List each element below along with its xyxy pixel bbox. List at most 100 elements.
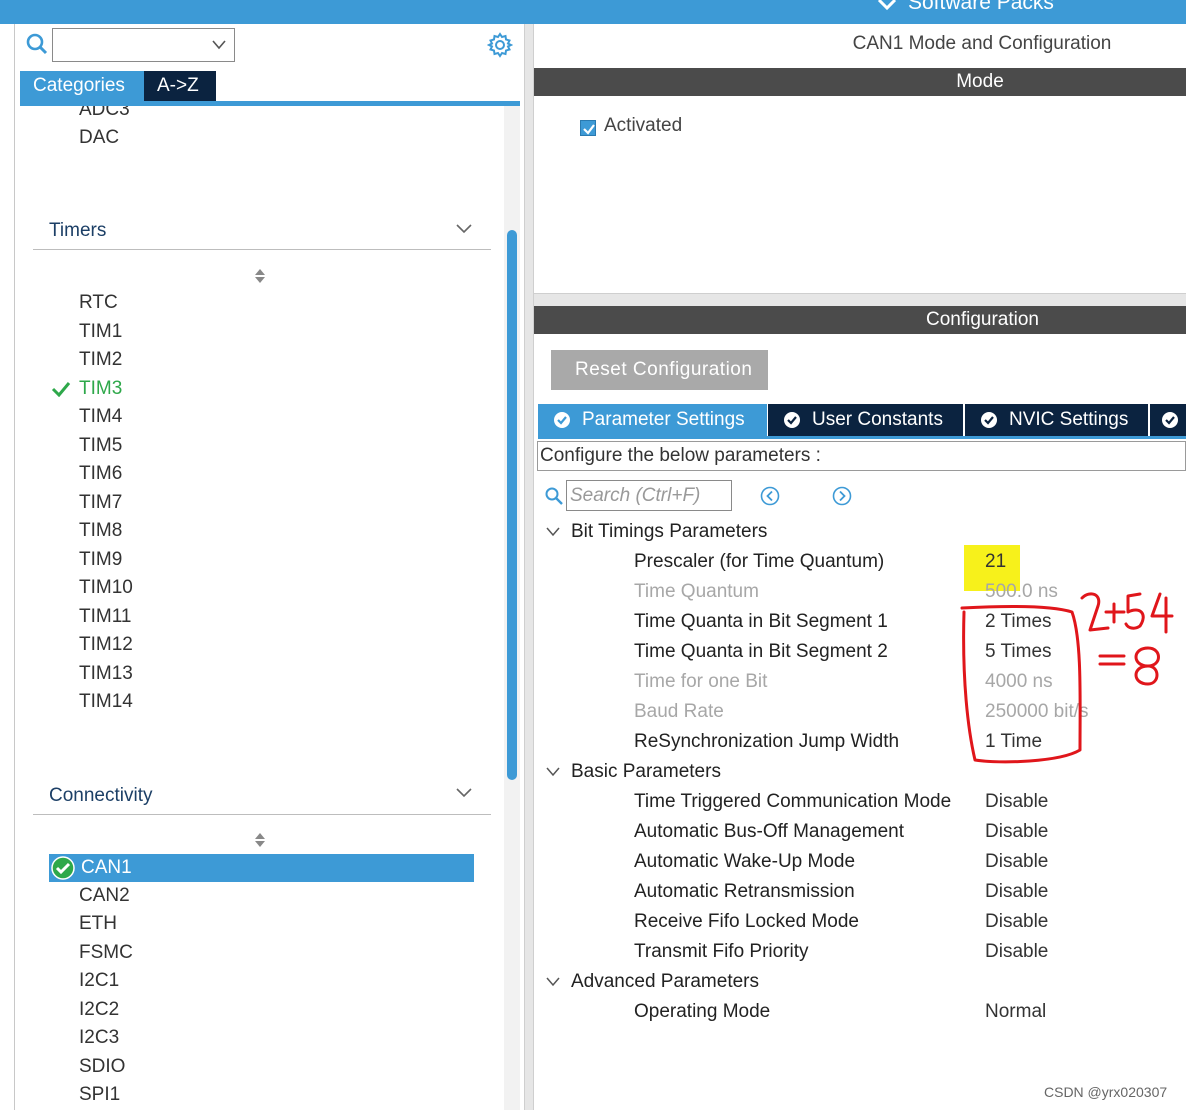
- tab-label: Parameter Settings: [582, 409, 745, 430]
- list-item-sdio[interactable]: SDIO: [79, 1055, 125, 1079]
- previous-arrow-icon[interactable]: [760, 486, 780, 506]
- chevron-down-icon[interactable]: [546, 527, 560, 537]
- tab-user-constants[interactable]: User Constants: [768, 404, 963, 436]
- chevron-down-icon[interactable]: [546, 977, 560, 987]
- tab-categories[interactable]: Categories: [20, 71, 144, 101]
- group-header-connectivity[interactable]: Connectivity: [49, 784, 153, 808]
- chevron-down-icon[interactable]: [876, 0, 898, 15]
- list-item-dac[interactable]: DAC: [79, 126, 119, 150]
- param-value: 250000 bit/s: [985, 701, 1089, 722]
- param-value[interactable]: 5 Times: [985, 640, 1052, 664]
- watermark: CSDN @yrx020307: [1044, 1084, 1168, 1100]
- list-item-tim6[interactable]: TIM6: [79, 462, 122, 486]
- sort-icon[interactable]: [254, 268, 266, 284]
- configuration-header: Configuration: [534, 306, 1186, 334]
- list-item-tim7[interactable]: TIM7: [79, 491, 122, 515]
- configure-hint: Configure the below parameters :: [537, 441, 1186, 471]
- param-name: Operating Mode: [634, 1001, 771, 1022]
- param-value[interactable]: Disable: [985, 820, 1048, 844]
- param-value[interactable]: 2 Times: [985, 610, 1052, 634]
- chevron-down-icon[interactable]: [456, 788, 472, 798]
- param-value: 500.0 ns: [985, 581, 1058, 602]
- list-item-tim14[interactable]: TIM14: [79, 690, 133, 714]
- scrollbar-thumb[interactable]: [507, 230, 517, 780]
- tab-a-to-z[interactable]: A->Z: [144, 71, 216, 101]
- pane-splitter[interactable]: [524, 24, 534, 1110]
- list-item-tim8[interactable]: TIM8: [79, 519, 122, 543]
- tab-more[interactable]: [1150, 404, 1186, 436]
- list-item-i2c2[interactable]: I2C2: [79, 998, 119, 1022]
- tab-parameter-settings[interactable]: Parameter Settings: [538, 404, 767, 436]
- list-item-tim10[interactable]: TIM10: [79, 576, 133, 600]
- section-advanced-parameters[interactable]: Advanced Parameters: [571, 970, 759, 994]
- list-item-tim4[interactable]: TIM4: [79, 405, 122, 429]
- param-value[interactable]: Disable: [985, 790, 1048, 814]
- mode-panel: [534, 24, 1186, 302]
- page-title: CAN1 Mode and Configuration: [852, 33, 1112, 54]
- list-item-tim12[interactable]: TIM12: [79, 633, 133, 657]
- check-circle-icon: [554, 412, 570, 428]
- group-divider: [33, 249, 491, 250]
- param-name: Prescaler (for Time Quantum): [634, 551, 885, 572]
- list-item-tim2[interactable]: TIM2: [79, 348, 122, 372]
- tab-underline: [538, 436, 1186, 439]
- check-circle-icon: [51, 856, 75, 880]
- list-item-tim9[interactable]: TIM9: [79, 548, 122, 572]
- param-name: Automatic Bus-Off Management: [634, 821, 904, 842]
- param-name: ReSynchronization Jump Width: [634, 731, 900, 752]
- list-item-adc3[interactable]: ADC3: [79, 106, 130, 122]
- check-circle-icon: [1162, 412, 1178, 428]
- list-item-rtc[interactable]: RTC: [79, 291, 118, 315]
- next-arrow-icon[interactable]: [832, 486, 852, 506]
- param-value[interactable]: Normal: [985, 1000, 1046, 1024]
- activated-checkbox[interactable]: [580, 120, 596, 136]
- group-header-timers[interactable]: Timers: [49, 219, 106, 243]
- mode-header: Mode: [534, 68, 1186, 96]
- chevron-down-icon[interactable]: [456, 224, 472, 234]
- section-bit-timings[interactable]: Bit Timings Parameters: [571, 520, 767, 544]
- list-item-tim3[interactable]: TIM3: [79, 377, 122, 401]
- gear-icon[interactable]: [487, 32, 513, 58]
- tab-nvic-settings[interactable]: NVIC Settings: [965, 404, 1148, 436]
- param-value[interactable]: 1 Time: [985, 730, 1042, 754]
- param-value[interactable]: 21: [985, 550, 1006, 574]
- checkmark-icon: [51, 382, 71, 397]
- list-item-can2[interactable]: CAN2: [79, 884, 130, 908]
- param-value[interactable]: Disable: [985, 910, 1048, 934]
- chevron-down-icon: [212, 40, 226, 50]
- list-item-tim1[interactable]: TIM1: [79, 320, 122, 344]
- software-packs-menu[interactable]: Software Packs: [908, 0, 1054, 13]
- top-bar: Software Packs: [0, 0, 1186, 24]
- list-item-i2c3[interactable]: I2C3: [79, 1026, 119, 1050]
- list-item-tim11[interactable]: TIM11: [79, 605, 131, 629]
- section-basic-parameters[interactable]: Basic Parameters: [571, 760, 721, 784]
- list-item-can1[interactable]: CAN1: [81, 856, 132, 880]
- search-icon[interactable]: [26, 33, 48, 55]
- parameter-search-input[interactable]: Search (Ctrl+F): [566, 480, 732, 511]
- list-item-tim13[interactable]: TIM13: [79, 662, 133, 686]
- reset-configuration-button[interactable]: Reset Configuration: [551, 350, 768, 390]
- param-value[interactable]: Disable: [985, 940, 1048, 964]
- param-name: Time Triggered Communication Mode: [634, 791, 952, 812]
- search-combobox[interactable]: [52, 28, 235, 62]
- left-pane-border: [14, 24, 15, 1110]
- list-item-eth[interactable]: ETH: [79, 912, 117, 936]
- list-item-fsmc[interactable]: FSMC: [79, 941, 133, 965]
- tab-label: NVIC Settings: [1009, 409, 1129, 430]
- sort-icon[interactable]: [254, 832, 266, 848]
- list-item-i2c1[interactable]: I2C1: [79, 969, 119, 993]
- list-item-spi1[interactable]: SPI1: [79, 1083, 120, 1107]
- param-name: Time Quantum: [634, 581, 759, 602]
- chevron-down-icon[interactable]: [546, 767, 560, 777]
- param-value[interactable]: Disable: [985, 850, 1048, 874]
- param-name: Time for one Bit: [634, 671, 768, 692]
- search-icon[interactable]: [545, 487, 563, 505]
- param-name: Automatic Retransmission: [634, 881, 855, 902]
- activated-label[interactable]: Activated: [604, 115, 682, 137]
- list-item-tim5[interactable]: TIM5: [79, 434, 122, 458]
- group-divider: [33, 814, 491, 815]
- param-value[interactable]: Disable: [985, 880, 1048, 904]
- param-name: Time Quanta in Bit Segment 2: [634, 641, 888, 662]
- horizontal-splitter[interactable]: [534, 293, 1186, 306]
- param-name: Automatic Wake-Up Mode: [634, 851, 856, 872]
